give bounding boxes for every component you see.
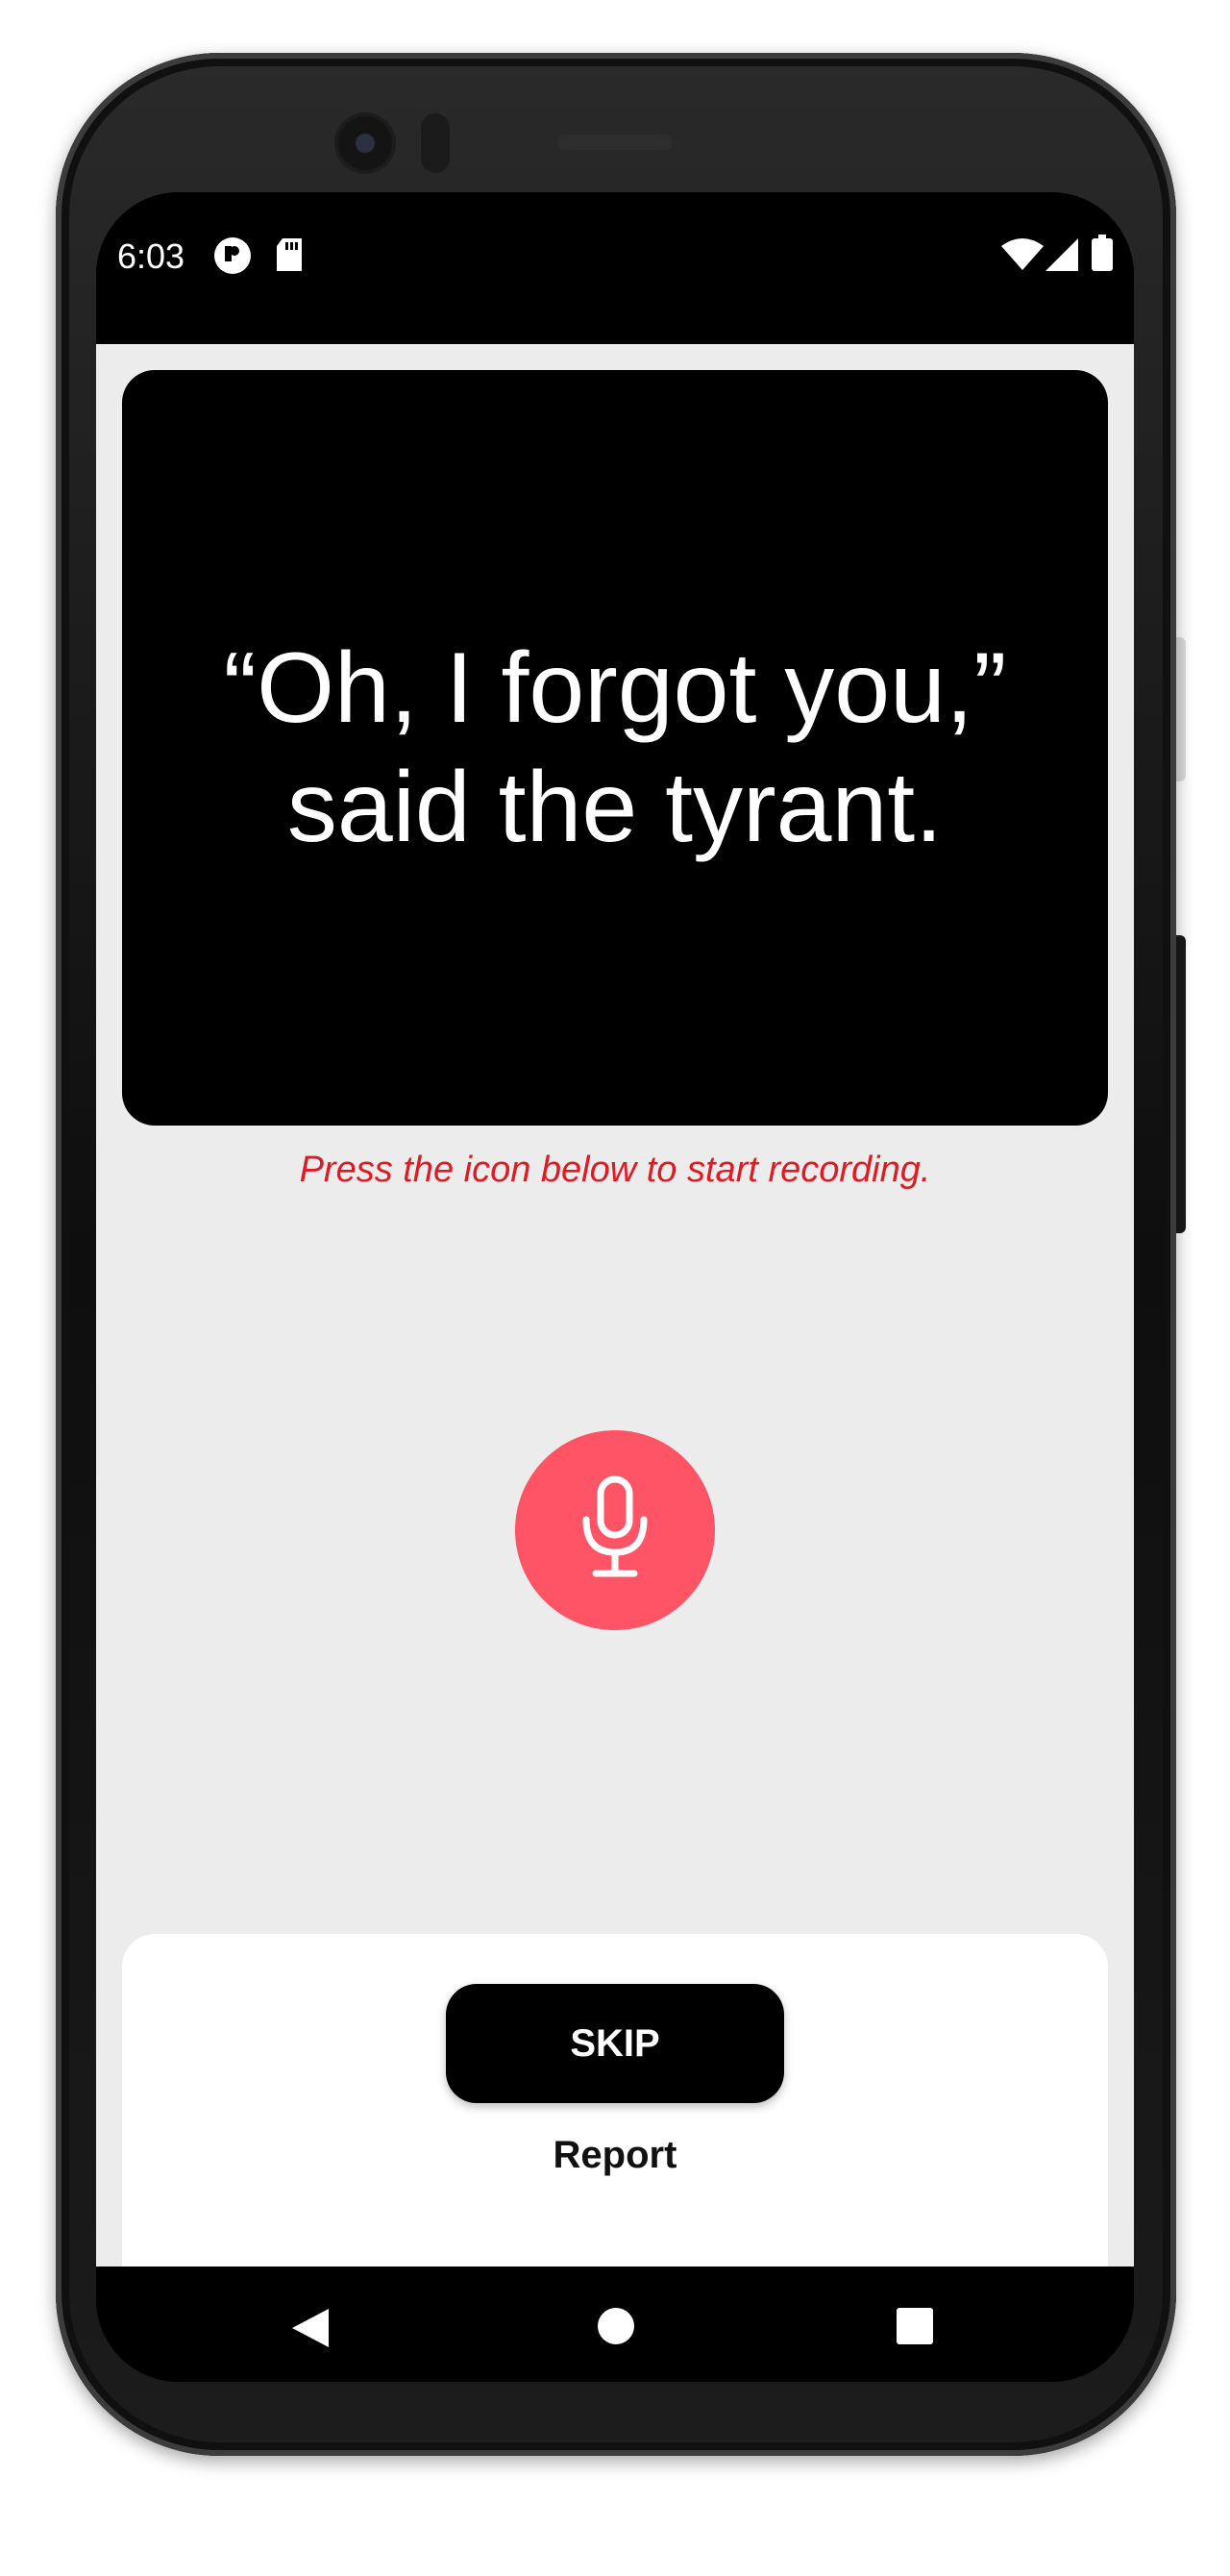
back-icon[interactable]	[290, 2307, 331, 2354]
wifi-icon	[1001, 238, 1044, 276]
battery-icon	[1092, 235, 1113, 276]
device-frame: 6:03 “Oh, I forgot you,” said the tyrant…	[0, 0, 1230, 2576]
navigation-bar	[96, 2266, 1134, 2382]
notification-app-icon	[213, 236, 252, 280]
app-content: “Oh, I forgot you,” said the tyrant. Pre…	[96, 344, 1134, 2318]
status-time: 6:03	[117, 236, 185, 276]
recording-hint: Press the icon below to start recording.	[299, 1150, 931, 1190]
front-camera	[334, 112, 396, 174]
action-panel: SKIP Report	[122, 1934, 1108, 2318]
prompt-sentence: “Oh, I forgot you,” said the tyrant.	[183, 629, 1047, 867]
record-button[interactable]	[515, 1430, 715, 1630]
proximity-sensor	[421, 113, 450, 173]
recents-icon[interactable]	[896, 2307, 934, 2350]
report-link[interactable]: Report	[122, 2134, 1108, 2177]
skip-button[interactable]: SKIP	[446, 1984, 784, 2103]
prompt-line-1: “Oh, I forgot you,”	[223, 632, 1007, 744]
cellular-signal-icon	[1046, 238, 1078, 276]
earpiece-speaker	[557, 135, 673, 150]
screen: 6:03 “Oh, I forgot you,” said the tyrant…	[96, 192, 1134, 2382]
home-icon[interactable]	[597, 2307, 635, 2350]
sd-card-icon	[275, 236, 304, 278]
microphone-icon	[577, 1475, 653, 1586]
status-bar: 6:03	[96, 192, 1134, 344]
prompt-line-2: said the tyrant.	[286, 752, 944, 863]
prompt-card: “Oh, I forgot you,” said the tyrant.	[122, 370, 1108, 1126]
